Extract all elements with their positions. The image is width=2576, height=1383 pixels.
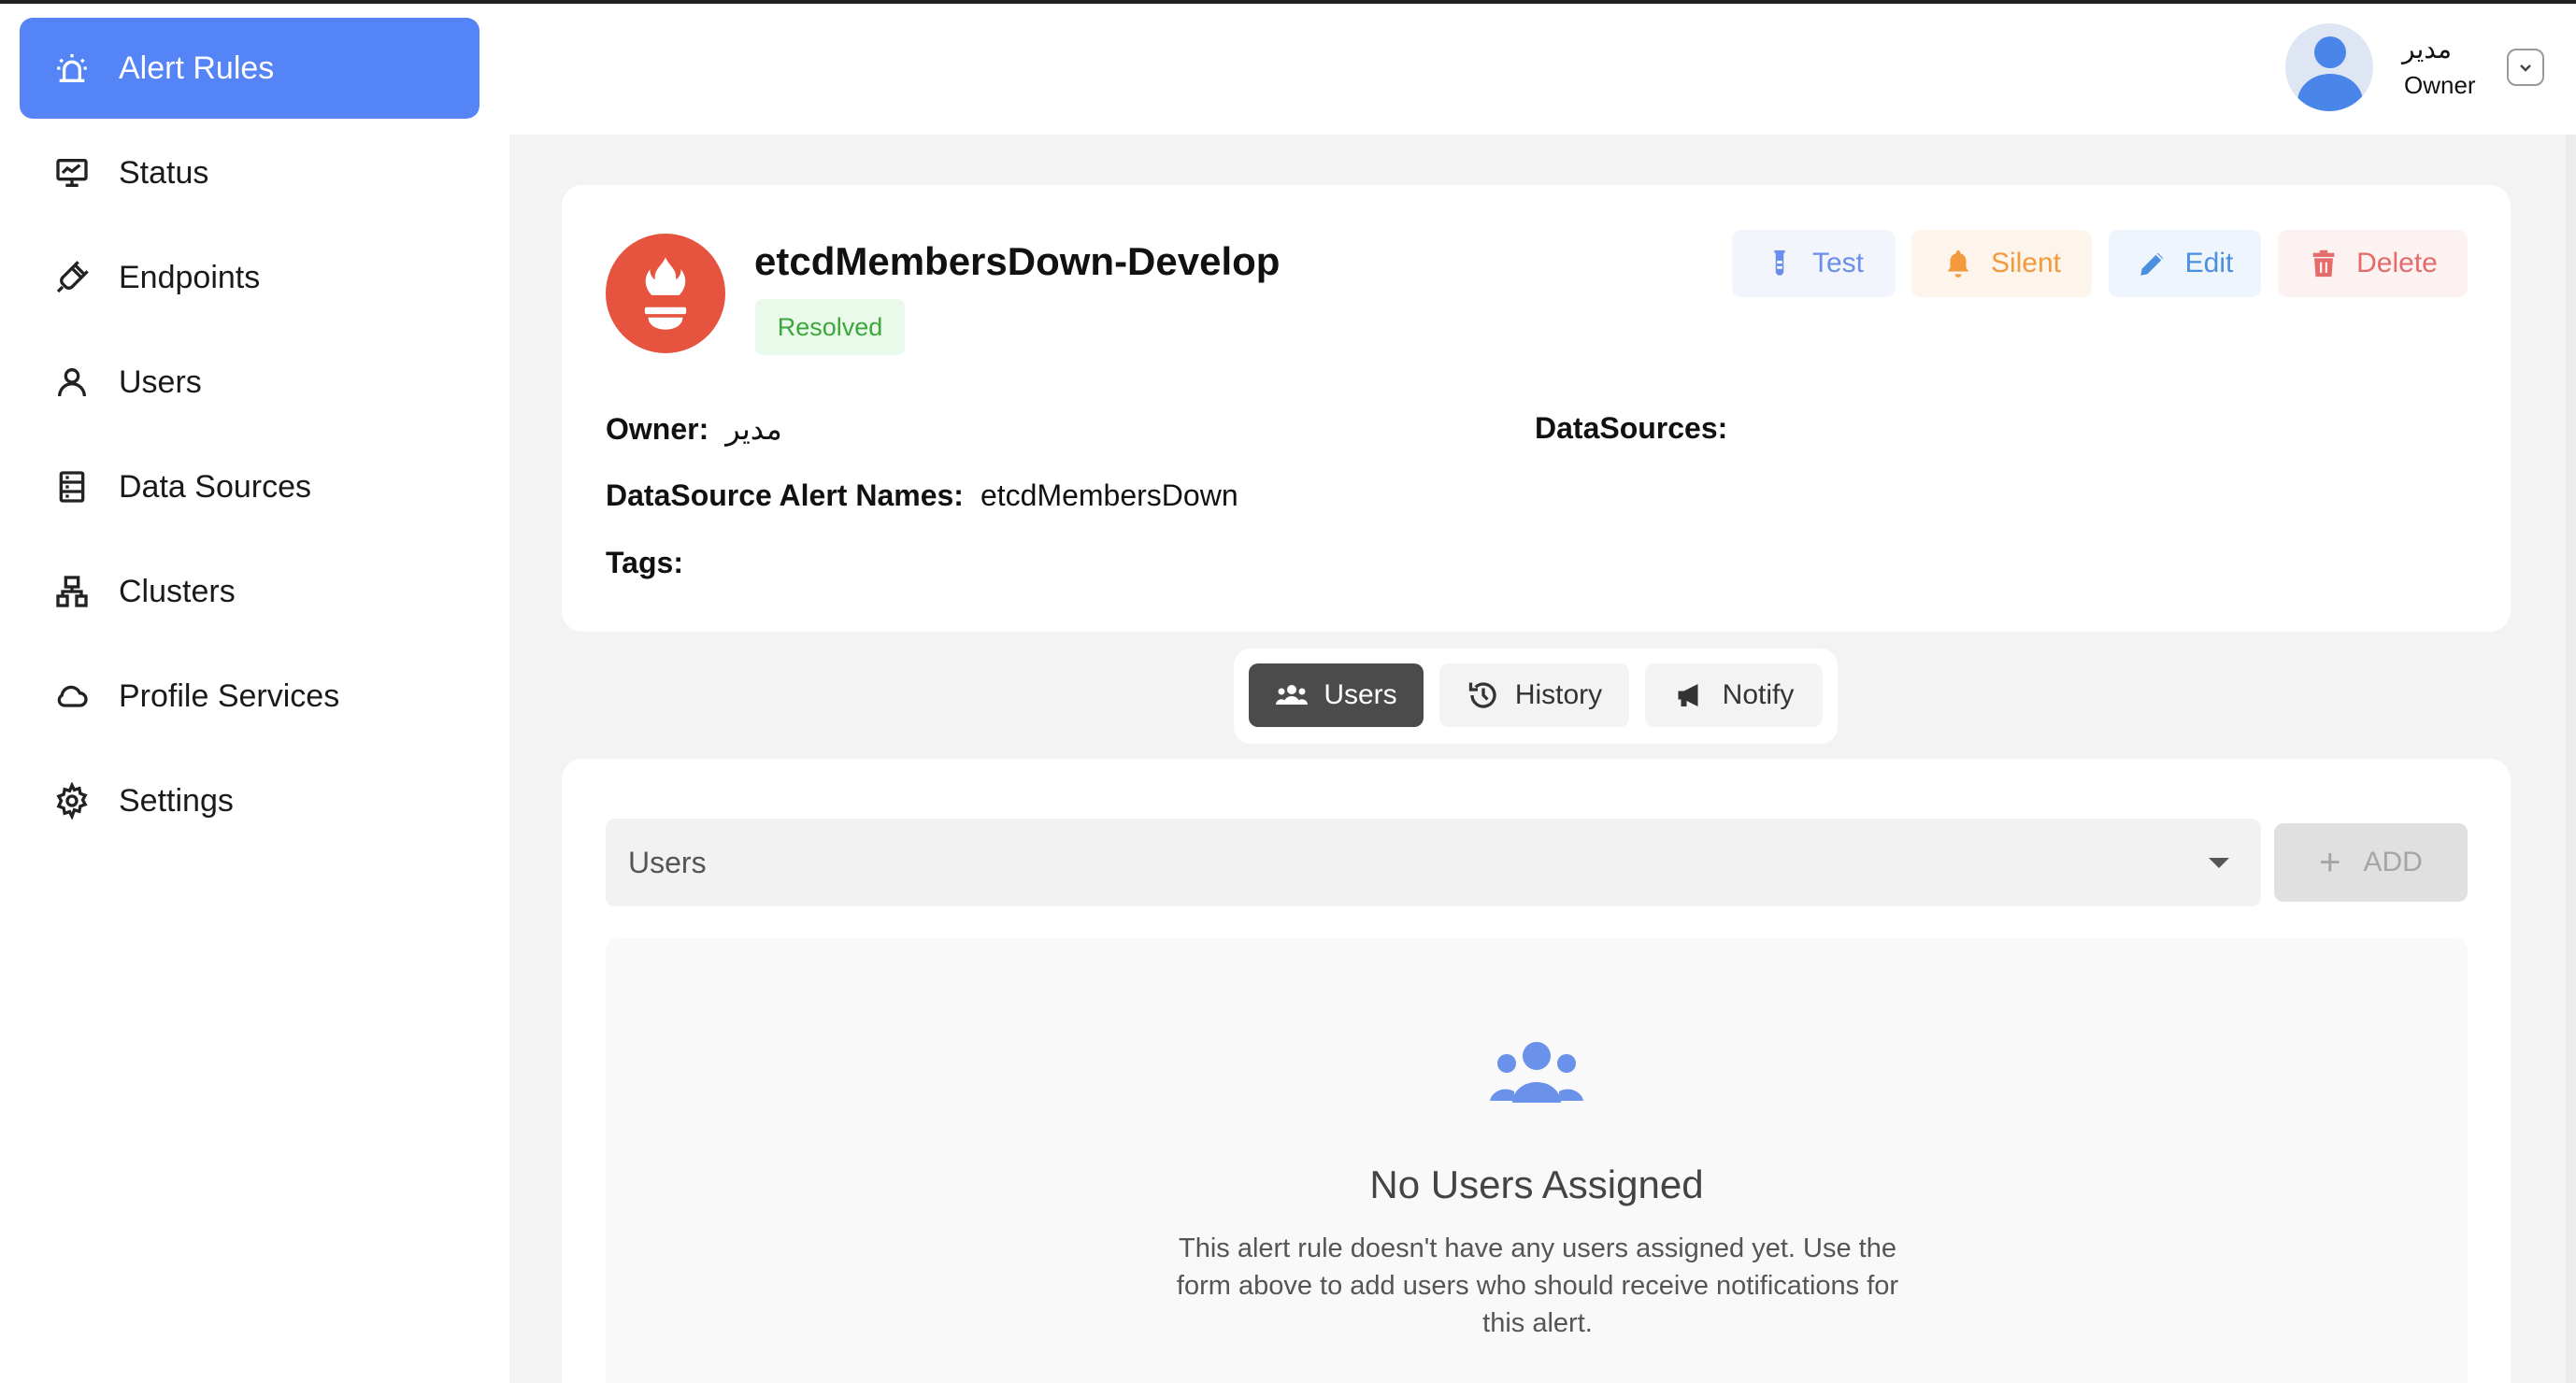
alarm-icon — [51, 48, 93, 89]
tab-users[interactable]: Users — [1249, 663, 1424, 727]
sidebar-item-label: Data Sources — [119, 468, 311, 505]
plus-icon: + — [2319, 841, 2341, 883]
empty-state-title: No Users Assigned — [1369, 1162, 1704, 1206]
sidebar: Alert Rules Status Endpoints Users Data … — [0, 4, 509, 1383]
sidebar-item-settings[interactable]: Settings — [20, 750, 479, 851]
monitor-chart-icon — [51, 152, 93, 193]
avatar[interactable] — [2285, 23, 2373, 111]
users-select[interactable]: Users — [606, 819, 2261, 906]
sidebar-item-alert-rules[interactable]: Alert Rules — [20, 18, 479, 119]
trash-icon — [2312, 250, 2335, 278]
status-badge: Resolved — [755, 299, 905, 355]
server-icon — [51, 466, 93, 507]
sidebar-item-label: Status — [119, 154, 209, 191]
cloud-icon — [51, 676, 93, 717]
tab-notify[interactable]: Notify — [1645, 663, 1823, 727]
test-tube-icon — [1774, 250, 1785, 276]
sidebar-item-clusters[interactable]: Clusters — [20, 541, 479, 642]
sidebar-item-status[interactable]: Status — [20, 122, 479, 223]
rule-title: etcdMembersDown-Develop — [754, 239, 1281, 283]
chevron-down-icon — [2520, 64, 2531, 72]
sidebar-item-endpoints[interactable]: Endpoints — [20, 227, 479, 328]
test-button[interactable]: Test — [1732, 230, 1896, 297]
page-scrollbar[interactable] — [2566, 135, 2576, 1383]
alert-names-field: DataSource Alert Names: etcdMembersDown — [606, 478, 1238, 512]
prometheus-logo-icon — [606, 234, 725, 353]
history-icon — [1468, 682, 1496, 708]
delete-button[interactable]: Delete — [2278, 230, 2468, 297]
owner-field: Owner: مدير — [606, 412, 782, 446]
sidebar-item-profile-services[interactable]: Profile Services — [20, 646, 479, 747]
user-icon — [51, 362, 93, 403]
user-name: مدير — [2402, 35, 2452, 64]
sidebar-item-label: Settings — [119, 782, 234, 819]
gear-icon — [51, 780, 93, 821]
pencil-icon — [2140, 252, 2163, 276]
empty-state-description: This alert rule doesn't have any users a… — [1176, 1233, 1899, 1338]
silent-button[interactable]: Silent — [1911, 230, 2092, 297]
edit-button[interactable]: Edit — [2109, 230, 2261, 297]
sidebar-item-label: Alert Rules — [119, 50, 275, 86]
bell-icon — [1947, 250, 1969, 278]
top-header — [509, 4, 2576, 135]
cluster-icon — [51, 571, 93, 612]
sidebar-item-label: Users — [119, 364, 202, 400]
sidebar-item-label: Clusters — [119, 573, 236, 609]
detail-tabs: Users History Notify — [1234, 649, 1838, 744]
user-role: Owner — [2404, 71, 2476, 99]
users-group-icon — [1276, 685, 1309, 705]
plug-icon — [51, 257, 93, 298]
users-group-icon — [1490, 1037, 1583, 1106]
sidebar-item-label: Endpoints — [119, 259, 261, 295]
datasources-field: DataSources: — [1535, 411, 1728, 445]
user-menu-dropdown[interactable] — [2507, 49, 2544, 86]
megaphone-icon — [1678, 684, 1698, 706]
tab-history[interactable]: History — [1439, 663, 1629, 727]
caret-down-icon — [2209, 858, 2229, 868]
sidebar-item-data-sources[interactable]: Data Sources — [20, 436, 479, 537]
sidebar-item-users[interactable]: Users — [20, 332, 479, 433]
tags-field: Tags: — [606, 546, 683, 579]
sidebar-item-label: Profile Services — [119, 677, 340, 714]
add-user-button[interactable]: + ADD — [2274, 823, 2468, 902]
